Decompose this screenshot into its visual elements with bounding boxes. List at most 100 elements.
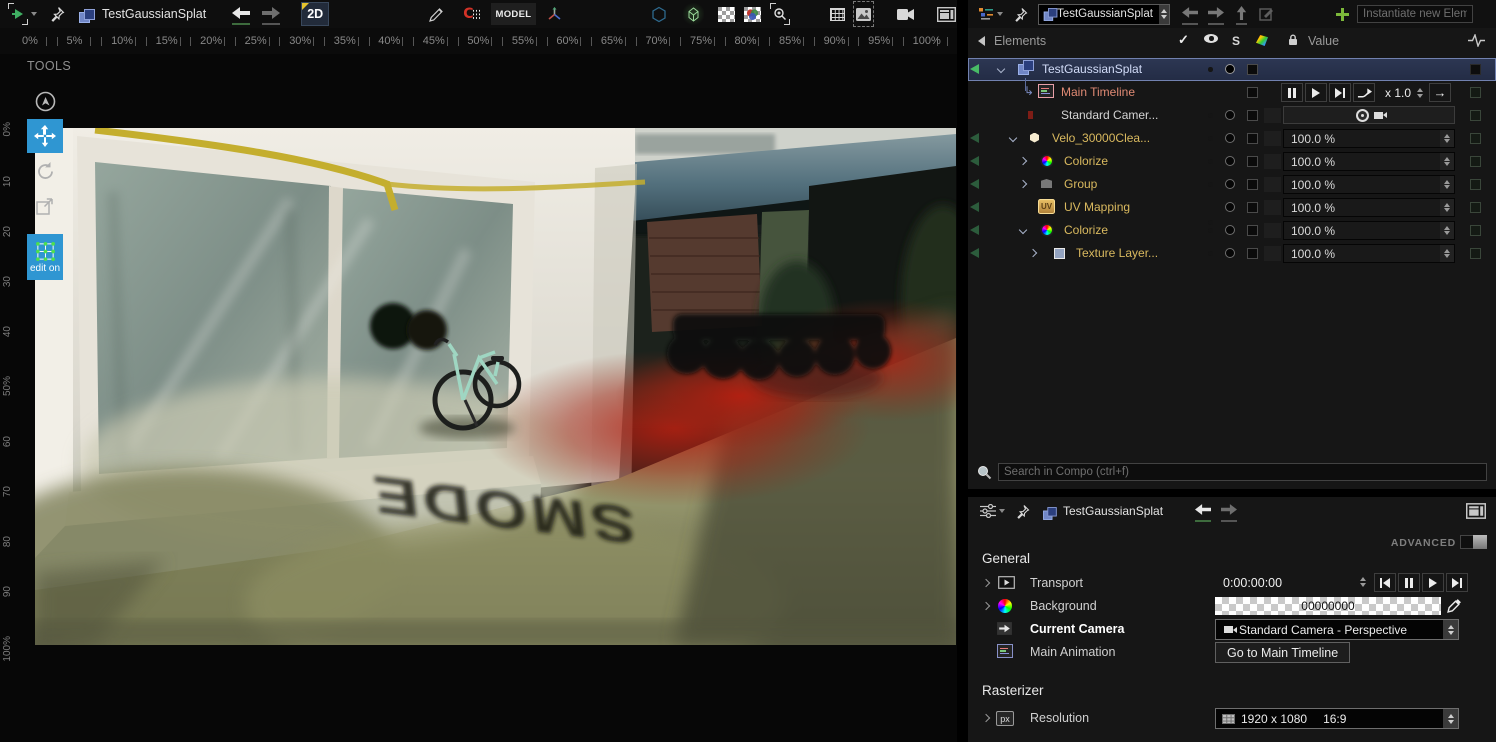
- element-in-arrow-icon[interactable]: [970, 225, 979, 235]
- render-square-toggle[interactable]: [1247, 225, 1258, 236]
- elements-forward-button[interactable]: [1208, 3, 1224, 25]
- move-tool-button[interactable]: [27, 119, 63, 153]
- solo-circle-toggle[interactable]: [1225, 225, 1235, 235]
- tree-row-label[interactable]: Colorize: [1064, 154, 1108, 168]
- opacity-value-field[interactable]: 100.0 %: [1283, 152, 1455, 171]
- resolution-dropdown[interactable]: 1920 x 1080 16:9: [1215, 708, 1459, 729]
- enabled-column-icon[interactable]: [1178, 32, 1189, 48]
- resolution-dropdown-spinner[interactable]: [1443, 709, 1458, 728]
- selector-dropdown-caret[interactable]: [31, 12, 37, 16]
- tree-view-dropdown-caret[interactable]: [997, 12, 1003, 16]
- skip-to-start-button[interactable]: [1374, 573, 1396, 592]
- render-square-toggle[interactable]: [1247, 64, 1258, 75]
- lock-column-icon[interactable]: [1288, 34, 1298, 46]
- blend-mode-box[interactable]: [1264, 177, 1281, 192]
- pause-button[interactable]: [1398, 573, 1420, 592]
- edit-grid-tool-button[interactable]: edit on: [27, 234, 63, 280]
- visibility-column-icon[interactable]: [1204, 34, 1218, 43]
- solo-circle-toggle[interactable]: [1225, 133, 1235, 143]
- element-in-arrow-icon[interactable]: [970, 156, 979, 166]
- element-in-arrow-icon[interactable]: [970, 133, 979, 143]
- navigator-tool-button[interactable]: [27, 84, 63, 118]
- element-active-arrow-icon[interactable]: [970, 64, 979, 74]
- solo-column-icon[interactable]: S: [1232, 34, 1240, 48]
- tree-row-label[interactable]: Colorize: [1064, 223, 1108, 237]
- solo-circle-toggle[interactable]: [1225, 179, 1235, 189]
- blend-mode-box[interactable]: [1264, 246, 1281, 261]
- chevron-right-icon[interactable]: [1019, 180, 1027, 188]
- layout-monitor-icon[interactable]: [937, 3, 956, 25]
- tree-row-label[interactable]: Group: [1064, 177, 1097, 191]
- blend-mode-box[interactable]: [1264, 223, 1281, 238]
- tree-row-main-timeline[interactable]: Main Timeline x 1.0: [968, 81, 1496, 104]
- value-spinner[interactable]: [1440, 222, 1454, 239]
- row-checkbox[interactable]: [1470, 87, 1481, 98]
- render-square-toggle[interactable]: [1247, 248, 1258, 259]
- collapse-panel-arrow-icon[interactable]: [978, 36, 985, 46]
- solo-circle-toggle[interactable]: [1225, 110, 1235, 120]
- expander-chevron-icon[interactable]: [982, 714, 990, 722]
- opacity-value-field[interactable]: 100.0 %: [1283, 244, 1455, 263]
- tree-row-label[interactable]: UV Mapping: [1064, 200, 1130, 214]
- solo-circle-toggle[interactable]: [1225, 248, 1235, 258]
- pin-icon[interactable]: [1015, 500, 1030, 522]
- time-spinner[interactable]: [1360, 577, 1366, 587]
- solo-circle-toggle[interactable]: [1225, 202, 1235, 212]
- search-input[interactable]: [998, 463, 1487, 481]
- history-back-button[interactable]: [232, 3, 250, 25]
- render-square-toggle[interactable]: [1247, 156, 1258, 167]
- tree-row-label[interactable]: Velo_30000Clea...: [1052, 131, 1150, 145]
- chevron-down-icon[interactable]: [997, 65, 1005, 73]
- value-spinner[interactable]: [1440, 176, 1454, 193]
- expander-chevron-icon[interactable]: [982, 579, 990, 587]
- image-snapshot-icon[interactable]: [855, 3, 872, 25]
- blend-mode-box[interactable]: [1264, 200, 1281, 215]
- value-spinner[interactable]: [1440, 199, 1454, 216]
- play-button[interactable]: [1422, 573, 1444, 592]
- tree-row-velo[interactable]: Velo_30000Clea... 100.0 %: [968, 127, 1496, 150]
- tree-row-label[interactable]: Texture Layer...: [1076, 246, 1158, 260]
- camera-dropdown-spinner[interactable]: [1443, 620, 1458, 639]
- value-spinner[interactable]: [1440, 245, 1454, 262]
- layout-monitor-icon[interactable]: [1466, 500, 1486, 522]
- 2d-mode-button[interactable]: 2D: [302, 3, 328, 25]
- current-camera-dropdown[interactable]: Standard Camera - Perspective: [1215, 619, 1459, 640]
- speed-spinner[interactable]: [1417, 88, 1423, 98]
- render-square-toggle[interactable]: [1247, 110, 1258, 121]
- rgb-channels-icon[interactable]: [744, 7, 761, 22]
- render-square-toggle[interactable]: [1247, 179, 1258, 190]
- skip-to-end-button[interactable]: [1446, 573, 1468, 592]
- axis-gizmo-icon[interactable]: [546, 3, 563, 25]
- sliders-icon[interactable]: [980, 500, 996, 522]
- instantiate-element-input[interactable]: [1357, 5, 1473, 23]
- vertical-zoom-ruler[interactable]: 0% 10 20 30 40 50% 60 70 80 90 100%: [0, 122, 15, 662]
- hexagon-shape-icon[interactable]: [651, 3, 667, 25]
- compo-selector-dropdown[interactable]: TestGaussianSplat: [1038, 4, 1170, 25]
- chevron-right-icon[interactable]: [1019, 157, 1027, 165]
- row-checkbox[interactable]: [1470, 133, 1481, 144]
- opacity-value-field[interactable]: 100.0 %: [1283, 198, 1455, 217]
- chevron-right-icon[interactable]: [1029, 249, 1037, 257]
- go-to-parent-button[interactable]: [1236, 3, 1247, 25]
- go-to-timeline-arrow-button[interactable]: [1429, 83, 1451, 102]
- tree-row-colorize[interactable]: Colorize 100.0 %: [968, 150, 1496, 173]
- transparency-checker-icon[interactable]: [718, 7, 735, 22]
- tree-row-group[interactable]: Group 100.0 %: [968, 173, 1496, 196]
- row-checkbox[interactable]: [1470, 202, 1481, 213]
- tangent-ease-button[interactable]: [1353, 83, 1375, 102]
- blend-mode-box[interactable]: [1264, 131, 1281, 146]
- element-in-arrow-icon[interactable]: [970, 179, 979, 189]
- render-square-toggle[interactable]: [1247, 87, 1258, 98]
- background-color-field[interactable]: 00000000: [1215, 597, 1441, 615]
- opacity-value-field[interactable]: 100.0 %: [1283, 175, 1455, 194]
- properties-back-button[interactable]: [1195, 500, 1211, 522]
- blend-mode-box[interactable]: [1264, 154, 1281, 169]
- tree-row-label[interactable]: Standard Camer...: [1061, 108, 1158, 122]
- value-spinner[interactable]: [1440, 153, 1454, 170]
- camera-capture-icon[interactable]: [896, 3, 915, 25]
- pin-icon[interactable]: [1013, 3, 1028, 25]
- opacity-value-field[interactable]: 100.0 %: [1283, 221, 1455, 240]
- eyedropper-icon[interactable]: [1447, 598, 1462, 613]
- properties-dropdown-caret[interactable]: [999, 509, 1005, 513]
- tag-column-icon[interactable]: [1256, 35, 1268, 46]
